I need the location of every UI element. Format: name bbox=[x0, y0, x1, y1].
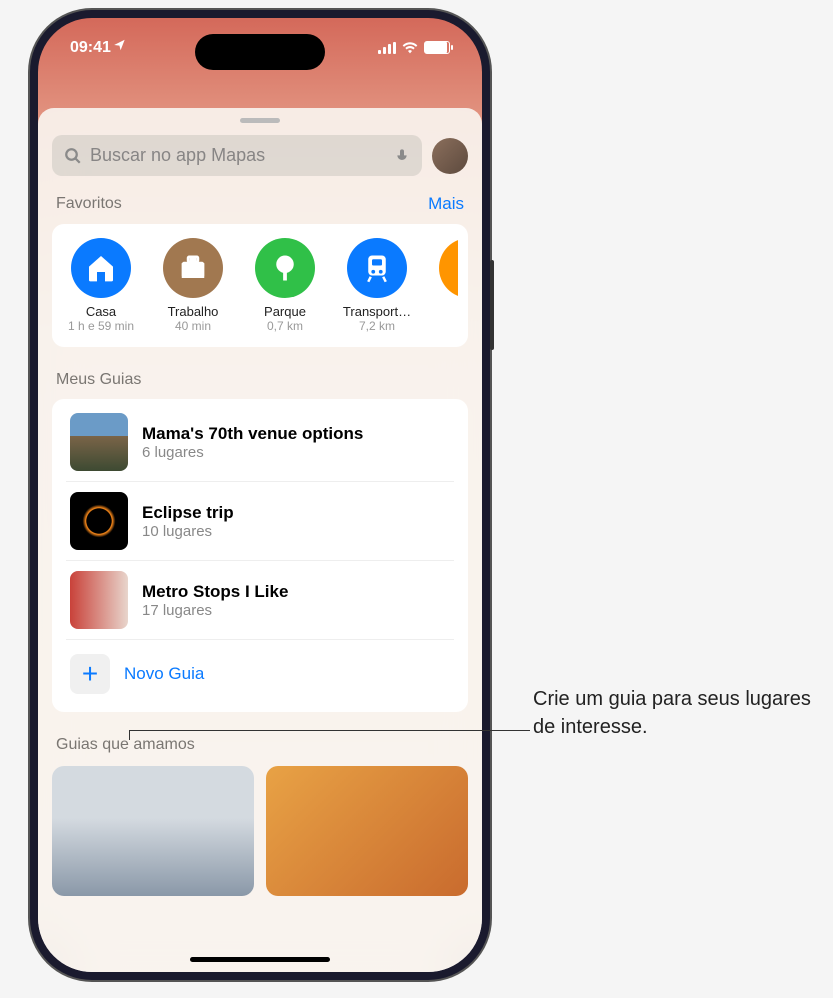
guide-title: Eclipse trip bbox=[142, 503, 234, 523]
cellular-signal-icon bbox=[378, 42, 396, 54]
guide-subtitle: 6 lugares bbox=[142, 444, 363, 461]
battery-icon bbox=[424, 41, 450, 54]
new-guide-label: Novo Guia bbox=[124, 664, 204, 684]
food-icon bbox=[439, 238, 458, 298]
phone-screen: 09:41 Buscar no app Mapas bbox=[38, 18, 482, 972]
loved-guide-card-1[interactable] bbox=[52, 766, 254, 896]
favorite-label: Trabalho bbox=[154, 304, 232, 319]
favorite-transit[interactable]: Transport… 7,2 km bbox=[338, 238, 416, 333]
phone-frame: 09:41 Buscar no app Mapas bbox=[30, 10, 490, 980]
profile-avatar[interactable] bbox=[432, 138, 468, 174]
favorite-sub: 0,7 km bbox=[267, 319, 303, 333]
plus-icon: + bbox=[70, 654, 110, 694]
wifi-icon bbox=[402, 42, 418, 54]
microphone-icon[interactable] bbox=[394, 146, 410, 166]
callout-leader-line bbox=[130, 730, 530, 731]
favorite-partial[interactable]: Ch 3, bbox=[430, 238, 458, 333]
guide-title: Mama's 70th venue options bbox=[142, 424, 363, 444]
my-guides-card: Mama's 70th venue options 6 lugares Ecli… bbox=[52, 399, 468, 712]
favorite-park[interactable]: Parque 0,7 km bbox=[246, 238, 324, 333]
loved-guide-card-2[interactable] bbox=[266, 766, 468, 896]
home-icon bbox=[71, 238, 131, 298]
briefcase-icon bbox=[163, 238, 223, 298]
favorites-more-link[interactable]: Mais bbox=[428, 194, 464, 214]
favorite-sub: 1 h e 59 min bbox=[68, 319, 134, 333]
sheet-grabber[interactable] bbox=[240, 118, 280, 123]
train-icon bbox=[347, 238, 407, 298]
favorites-header: Favoritos Mais bbox=[52, 190, 468, 224]
favorite-work[interactable]: Trabalho 40 min bbox=[154, 238, 232, 333]
location-arrow-icon bbox=[113, 38, 127, 57]
loved-guides-title: Guias que amamos bbox=[52, 736, 468, 766]
guide-thumbnail bbox=[70, 413, 128, 471]
favorite-sub: 40 min bbox=[175, 319, 211, 333]
tree-icon bbox=[255, 238, 315, 298]
search-icon bbox=[64, 147, 82, 165]
callout-annotation: Crie um guia para seus lugares de intere… bbox=[533, 685, 833, 741]
status-time: 09:41 bbox=[70, 39, 111, 57]
favorite-label: Transport… bbox=[338, 304, 416, 319]
guide-thumbnail bbox=[70, 571, 128, 629]
home-indicator[interactable] bbox=[190, 957, 330, 962]
favorite-sub: 7,2 km bbox=[359, 319, 395, 333]
favorite-label: Casa bbox=[62, 304, 140, 319]
guide-item-metro[interactable]: Metro Stops I Like 17 lugares bbox=[66, 561, 454, 640]
favorite-label: Parque bbox=[246, 304, 324, 319]
my-guides-title: Meus Guias bbox=[52, 371, 468, 399]
new-guide-button[interactable]: + Novo Guia bbox=[66, 640, 454, 698]
guide-subtitle: 10 lugares bbox=[142, 523, 234, 540]
guide-thumbnail bbox=[70, 492, 128, 550]
search-bar[interactable]: Buscar no app Mapas bbox=[52, 135, 422, 176]
guide-item-eclipse[interactable]: Eclipse trip 10 lugares bbox=[66, 482, 454, 561]
search-placeholder: Buscar no app Mapas bbox=[90, 145, 386, 166]
search-sheet: Buscar no app Mapas Favoritos Mais Casa bbox=[38, 108, 482, 972]
favorites-card: Casa 1 h e 59 min Trabalho 40 min bbox=[52, 224, 468, 347]
favorite-label: Ch bbox=[430, 304, 458, 319]
favorites-title: Favoritos bbox=[56, 195, 122, 213]
dynamic-island bbox=[195, 34, 325, 70]
guide-subtitle: 17 lugares bbox=[142, 602, 288, 619]
favorite-home[interactable]: Casa 1 h e 59 min bbox=[62, 238, 140, 333]
guide-item-mama[interactable]: Mama's 70th venue options 6 lugares bbox=[66, 403, 454, 482]
guide-title: Metro Stops I Like bbox=[142, 582, 288, 602]
